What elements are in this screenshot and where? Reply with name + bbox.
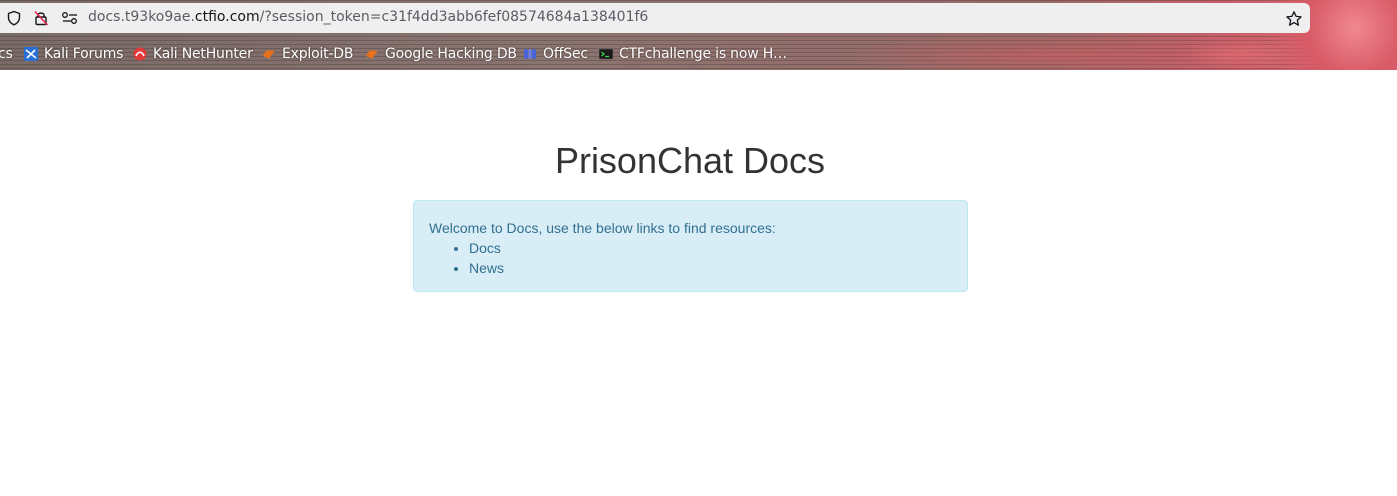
offsec-icon	[524, 49, 536, 59]
bookmark-ctfchallenge[interactable]: CTFchallenge is now H…	[599, 42, 787, 66]
bookmark-kali-forums[interactable]: Kali Forums	[24, 42, 123, 66]
bookmark-kali-docs[interactable]: cs	[0, 42, 13, 66]
browser-chrome: docs.t93ko9ae.ctfio.com/?session_token=c…	[0, 0, 1397, 70]
docs-link[interactable]: Docs	[469, 240, 501, 256]
welcome-text: Welcome to Docs, use the below links to …	[429, 220, 776, 236]
url-path: /?session_token=c31f4dd3abb6fef08574684a…	[259, 9, 649, 25]
bookmark-label: Exploit-DB	[282, 46, 354, 62]
bookmarks-toolbar: cs Kali Forums Kali NetHunter Exploit-DB	[0, 42, 1397, 66]
permissions-icon[interactable]	[61, 11, 79, 25]
address-bar[interactable]: docs.t93ko9ae.ctfio.com/?session_token=c…	[0, 3, 1310, 33]
url-text[interactable]: docs.t93ko9ae.ctfio.com/?session_token=c…	[88, 9, 648, 25]
page-title: PrisonChat Docs	[554, 140, 826, 181]
insecure-lock-icon[interactable]	[33, 10, 49, 26]
news-link[interactable]: News	[469, 260, 504, 276]
bookmark-label: Kali NetHunter	[153, 46, 253, 62]
terminal-icon	[599, 48, 613, 60]
list-item: News	[469, 258, 952, 278]
exploit-db-icon	[263, 50, 275, 59]
bookmark-label: Kali Forums	[44, 46, 124, 62]
bookmark-offsec[interactable]: OffSec	[523, 42, 588, 66]
bookmark-exploit-db[interactable]: Exploit-DB	[262, 42, 353, 66]
list-item: Docs	[469, 238, 952, 258]
bookmark-google-hacking-db[interactable]: Google Hacking DB	[365, 42, 517, 66]
ghdb-icon	[366, 50, 378, 59]
tracking-protection-shield-icon[interactable]	[6, 10, 22, 26]
info-alert: Welcome to Docs, use the below links to …	[413, 200, 968, 292]
resource-links-list: Docs News	[469, 238, 952, 278]
url-prefix: docs.t93ko9ae.	[88, 9, 195, 25]
bookmark-star-icon[interactable]	[1285, 10, 1303, 28]
kali-nethunter-icon	[133, 47, 147, 61]
bookmark-label: OffSec	[543, 46, 588, 62]
bookmark-label: cs	[0, 46, 13, 62]
bookmark-label: Google Hacking DB	[385, 46, 517, 62]
kali-forums-icon	[24, 47, 38, 61]
url-domain: ctfio.com	[194, 9, 260, 25]
bookmark-label: CTFchallenge is now H…	[619, 46, 787, 62]
bookmark-kali-nethunter[interactable]: Kali NetHunter	[133, 42, 253, 66]
